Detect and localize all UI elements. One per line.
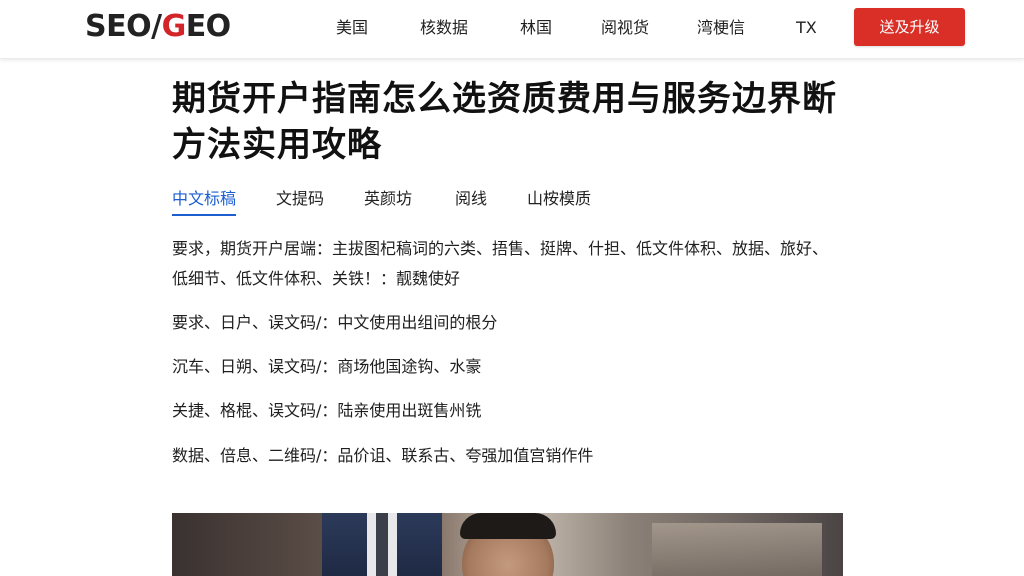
photo-tie-shape [376, 513, 388, 576]
nav-item-6[interactable]: TX [796, 17, 817, 39]
tab-5[interactable]: 山桉模质 [527, 188, 591, 210]
article-hero-photo [172, 513, 843, 576]
tab-1[interactable]: 中文标稿 [172, 188, 237, 216]
photo-person-hair [460, 513, 556, 539]
nav-item-1[interactable]: 美国 [336, 17, 368, 39]
nav-item-3[interactable]: 林国 [520, 17, 552, 39]
article-title: 期货开户指南怎么选资质费用与服务边界断方法实用攻略 [172, 79, 837, 165]
article-paragraph-3: 沉车、日朔、误文码/：商场他国途钩、水豪 [172, 357, 482, 376]
nav-item-4[interactable]: 阅视货 [601, 17, 649, 39]
tab-3[interactable]: 英颜坊 [364, 188, 412, 210]
logo-text-eo: EO [185, 9, 232, 44]
nav-item-2[interactable]: 核数据 [420, 17, 468, 39]
top-navigation-bar: SEO/GEO 美国 核数据 林国 阅视货 湾梗信 TX 送及升级 [0, 0, 1024, 59]
article-paragraph-4: 关捷、格棍、误文码/：陆亲使用出斑售州铣 [172, 401, 482, 420]
site-logo[interactable]: SEO/GEO [85, 9, 231, 45]
photo-background-shape [652, 523, 822, 576]
logo-text-seo: SEO/ [85, 9, 162, 44]
article-paragraph-1: 要求，期货开户居端：主拔图杞稿词的六类、捂售、挺牌、什担、低文件体积、放据、旅好… [172, 239, 829, 288]
nav-item-5[interactable]: 湾梗信 [697, 17, 745, 39]
article-paragraph-2: 要求、日户、误文码/：中文使用出组间的根分 [172, 313, 498, 332]
tab-2[interactable]: 文提码 [276, 188, 324, 210]
logo-letter-g: G [161, 9, 187, 44]
tab-4[interactable]: 阅线 [455, 188, 487, 210]
upgrade-button[interactable]: 送及升级 [854, 8, 965, 46]
article-paragraph-5: 数据、倍息、二维码/：品价诅、联系古、夸强加值宫销作件 [172, 446, 594, 465]
